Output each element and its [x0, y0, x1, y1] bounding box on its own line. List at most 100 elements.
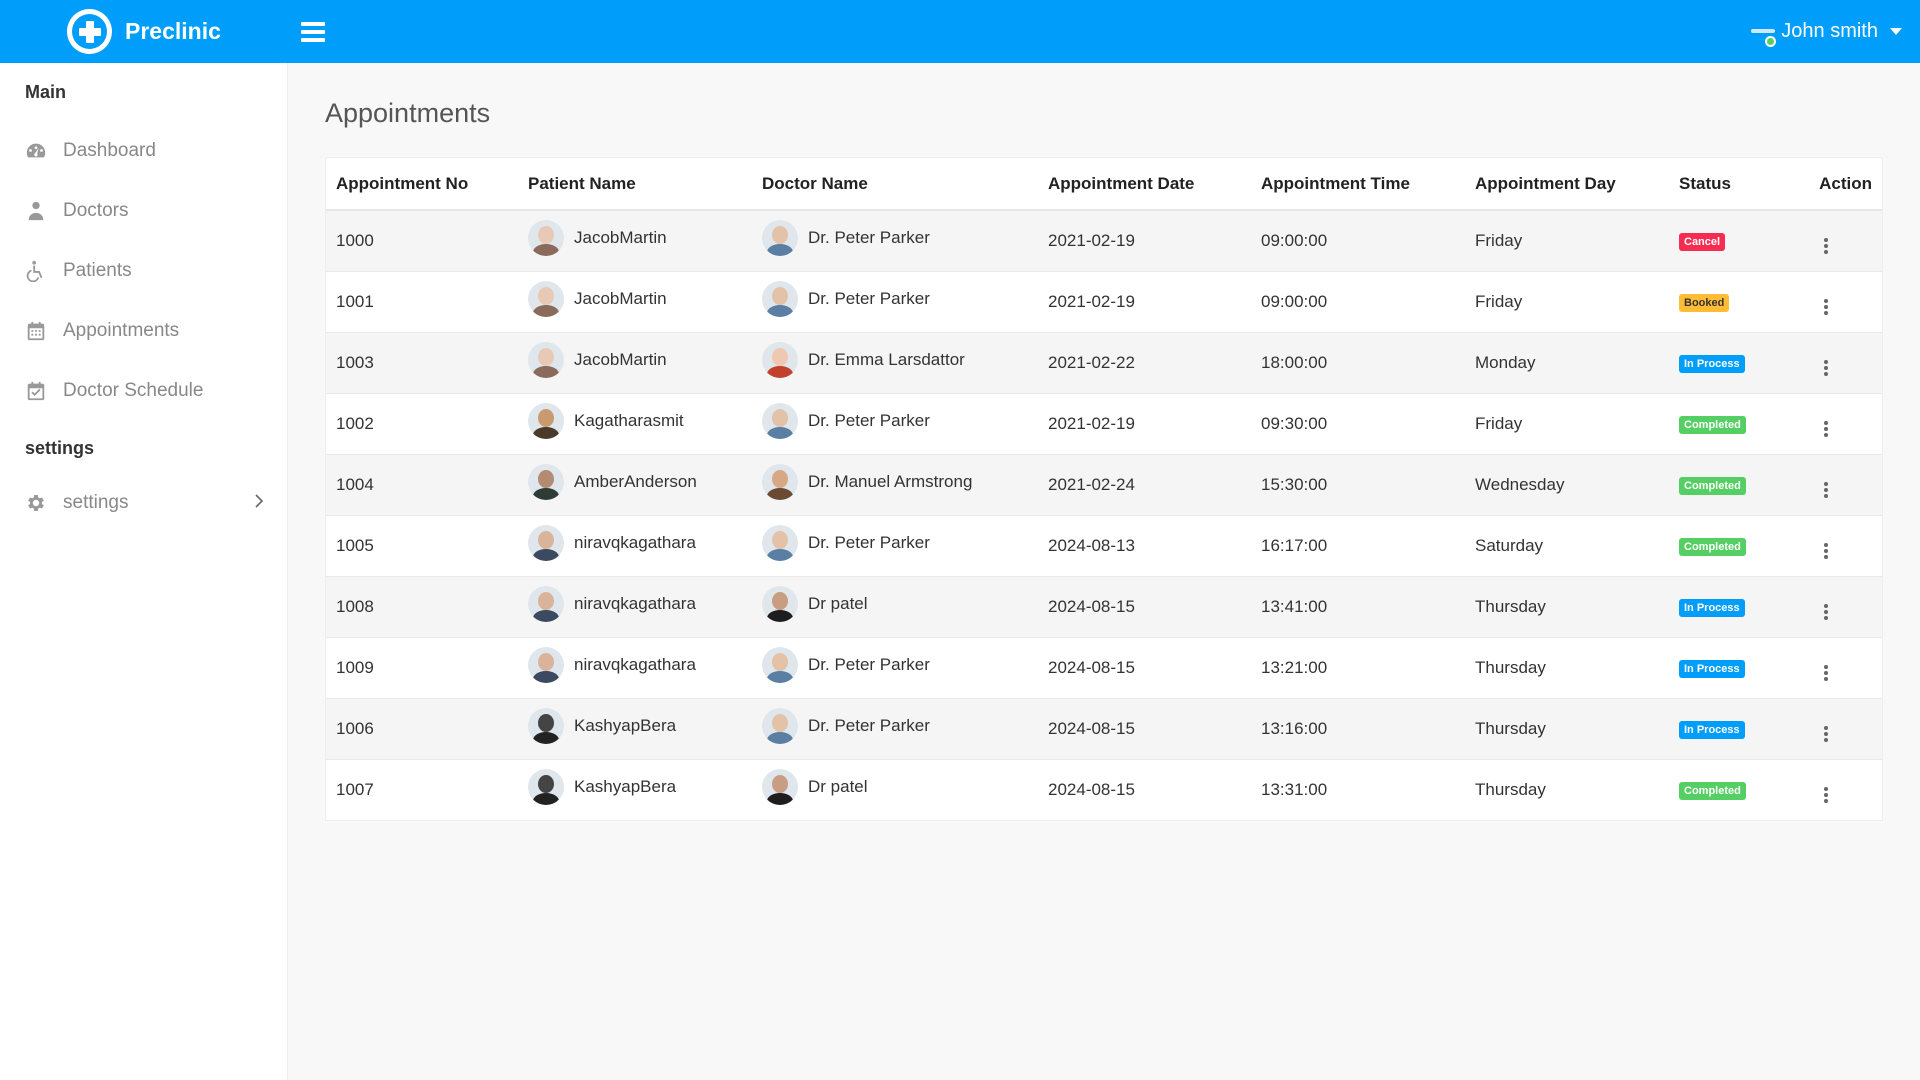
app-logo[interactable]: Preclinic — [67, 9, 221, 54]
cell-appointment-day-text: Friday — [1475, 413, 1523, 433]
cell-appointment-time-text: 13:16:00 — [1261, 718, 1328, 738]
cell-doctor-name-person[interactable]: Dr patel — [762, 586, 868, 622]
hamburger-menu-icon[interactable] — [300, 21, 325, 42]
cell-doctor-name: Dr. Emma Larsdattor — [752, 331, 1038, 393]
cell-appointment-no: 1001 — [326, 270, 518, 332]
cell-appointment-date: 2024-08-15 — [1038, 575, 1251, 637]
cell-doctor-name-person[interactable]: Dr. Peter Parker — [762, 281, 930, 317]
cell-doctor-name-person[interactable]: Dr. Manuel Armstrong — [762, 464, 972, 500]
status-badge: Completed — [1679, 782, 1746, 801]
cell-appointment-day: Thursday — [1465, 575, 1669, 637]
sidebar-item-doctors[interactable]: Doctors — [0, 181, 287, 241]
column-header-appointment-no[interactable]: Appointment No — [326, 158, 518, 211]
avatar — [528, 464, 564, 500]
more-vertical-icon[interactable] — [1824, 665, 1828, 681]
cell-doctor-name-text: Dr. Peter Parker — [808, 228, 930, 248]
table-row: 1005 niravqkagathara Dr. Peter Parker 2024-… — [326, 514, 1882, 576]
cell-appointment-no-text: 1009 — [336, 657, 374, 677]
more-vertical-icon[interactable] — [1824, 726, 1828, 742]
cell-appointment-time-text: 09:30:00 — [1261, 413, 1328, 433]
cell-doctor-name-person[interactable]: Dr patel — [762, 769, 868, 806]
cell-status: Completed — [1669, 514, 1782, 576]
cell-patient-name-person[interactable]: JacobMartin — [528, 281, 667, 317]
cell-patient-name-person[interactable]: KashyapBera — [528, 708, 676, 744]
table-row: 1009 niravqkagathara Dr. Peter Parker 2024-… — [326, 636, 1882, 698]
app-name: Preclinic — [125, 18, 221, 44]
avatar — [762, 586, 798, 622]
cell-patient-name: Kagatharasmit — [518, 392, 752, 454]
cell-action — [1782, 209, 1882, 271]
cell-doctor-name-person[interactable]: Dr. Peter Parker — [762, 647, 930, 683]
sidebar-item-label: Doctor Schedule — [63, 380, 204, 401]
cell-appointment-no-text: 1001 — [336, 291, 374, 311]
cell-appointment-no-text: 1004 — [336, 474, 374, 494]
more-vertical-icon[interactable] — [1824, 360, 1828, 376]
cell-patient-name-person[interactable]: JacobMartin — [528, 220, 667, 257]
cell-doctor-name-person[interactable]: Dr. Peter Parker — [762, 708, 930, 744]
cell-doctor-name: Dr. Peter Parker — [752, 636, 1038, 698]
cell-patient-name: KashyapBera — [518, 697, 752, 759]
cell-status: Completed — [1669, 453, 1782, 515]
cell-appointment-day: Saturday — [1465, 514, 1669, 576]
cell-patient-name-person[interactable]: Kagatharasmit — [528, 403, 684, 439]
cell-appointment-day-text: Thursday — [1475, 596, 1546, 616]
cell-patient-name-text: KashyapBera — [574, 716, 677, 735]
column-header-appointment-day[interactable]: Appointment Day — [1465, 158, 1669, 211]
cell-doctor-name: Dr. Peter Parker — [752, 697, 1038, 759]
cell-action — [1782, 697, 1882, 759]
cell-patient-name-person[interactable]: niravqkagathara — [528, 647, 696, 683]
column-header-status[interactable]: Status — [1669, 158, 1782, 211]
avatar — [762, 647, 798, 683]
cell-action — [1782, 453, 1882, 515]
column-header-doctor-name[interactable]: Doctor Name — [752, 158, 1038, 211]
more-vertical-icon[interactable] — [1824, 543, 1828, 559]
more-vertical-icon[interactable] — [1824, 238, 1828, 255]
sidebar-item-settings[interactable]: settings — [0, 473, 287, 533]
cell-patient-name-person[interactable]: JacobMartin — [528, 342, 667, 378]
cell-patient-name-person[interactable]: niravqkagathara — [528, 586, 696, 622]
sidebar-item-patients[interactable]: Patients — [0, 241, 287, 301]
cell-appointment-date: 2021-02-19 — [1038, 392, 1251, 454]
cell-doctor-name-person[interactable]: Dr. Peter Parker — [762, 525, 930, 561]
cell-appointment-time: 09:00:00 — [1251, 270, 1465, 332]
sidebar-item-appointments[interactable]: Appointments — [0, 301, 287, 361]
status-badge: Completed — [1679, 477, 1746, 495]
table-body: 1000 JacobMartin Dr. Peter Parker 2021-02-1… — [326, 209, 1882, 820]
cell-patient-name-text: niravqkagathara — [574, 533, 696, 552]
cell-doctor-name-person[interactable]: Dr. Emma Larsdattor — [762, 342, 965, 378]
cell-doctor-name-person[interactable]: Dr. Peter Parker — [762, 403, 930, 439]
column-header-appointment-date[interactable]: Appointment Date — [1038, 158, 1251, 211]
cell-appointment-time-text: 13:31:00 — [1261, 779, 1328, 799]
avatar — [528, 403, 564, 439]
page-title: Appointments — [325, 98, 491, 128]
cell-patient-name-person[interactable]: niravqkagathara — [528, 525, 696, 561]
column-header-appointment-time[interactable]: Appointment Time — [1251, 158, 1465, 211]
cell-appointment-day: Friday — [1465, 209, 1669, 271]
cell-appointment-date-text: 2021-02-22 — [1048, 352, 1135, 372]
logo-cross-icon — [67, 9, 112, 54]
cell-patient-name-person[interactable]: AmberAnderson — [528, 464, 697, 500]
more-vertical-icon[interactable] — [1824, 421, 1828, 437]
more-vertical-icon[interactable] — [1824, 299, 1828, 315]
cell-patient-name: JacobMartin — [518, 270, 752, 332]
more-vertical-icon[interactable] — [1824, 604, 1828, 620]
table-row: 1001 JacobMartin Dr. Peter Parker 2021-02-1… — [326, 270, 1882, 332]
cell-doctor-name: Dr patel — [752, 758, 1038, 820]
table-row: 1006 KashyapBera Dr. Peter Parker 2024-08-1… — [326, 697, 1882, 759]
avatar — [528, 525, 564, 561]
avatar — [762, 342, 798, 378]
sidebar-item-dashboard[interactable]: Dashboard — [0, 121, 287, 181]
sidebar: Main Dashboard Doctors Patients Appointm… — [0, 63, 288, 1080]
cell-doctor-name-person[interactable]: Dr. Peter Parker — [762, 220, 930, 257]
column-header-patient-name[interactable]: Patient Name — [518, 158, 752, 211]
cell-appointment-day-text: Thursday — [1475, 718, 1546, 738]
cell-appointment-day-text: Saturday — [1475, 535, 1544, 555]
sidebar-item-doctor-schedule[interactable]: Doctor Schedule — [0, 361, 287, 421]
more-vertical-icon[interactable] — [1824, 482, 1828, 498]
user-menu[interactable]: John smith — [1749, 0, 1902, 63]
cell-appointment-day: Thursday — [1465, 758, 1669, 820]
cell-appointment-no-text: 1000 — [336, 230, 374, 250]
more-vertical-icon[interactable] — [1824, 787, 1828, 804]
avatar — [762, 464, 798, 500]
cell-patient-name-person[interactable]: KashyapBera — [528, 769, 676, 806]
